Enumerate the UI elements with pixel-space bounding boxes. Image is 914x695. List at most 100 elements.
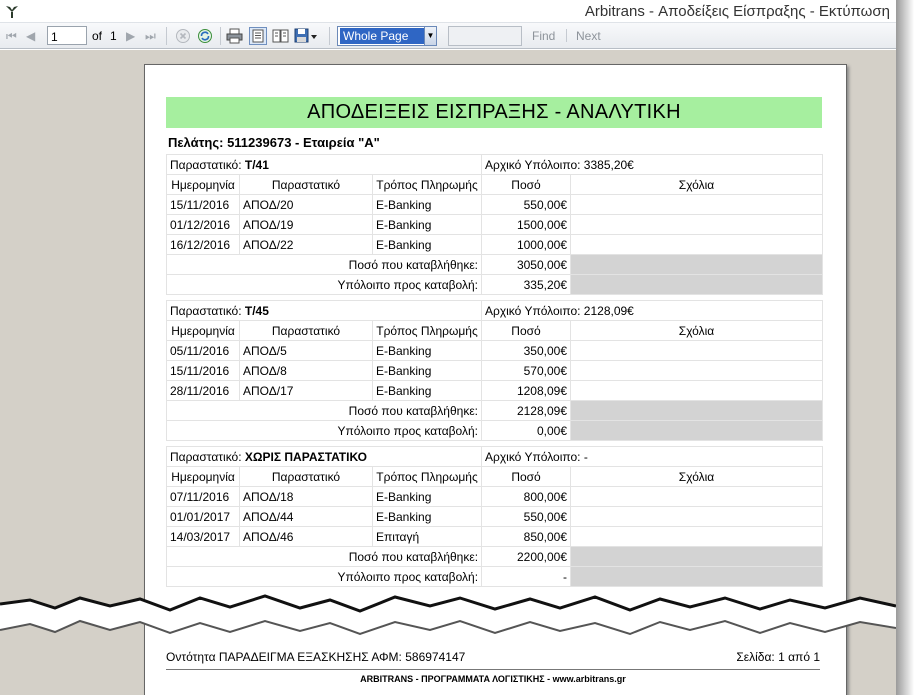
invoice-header-row: Παραστατικό: Τ/41 Αρχικό Υπόλοιπο: 3385,… [165, 154, 824, 175]
zoom-select[interactable]: Whole Page ▼ [337, 26, 437, 46]
invoice-label: Παραστατικό: [170, 157, 245, 172]
column-header-row: Ημερομηνία Παραστατικό Τρόπος Πληρωμής Ποσό… [166, 174, 824, 195]
paid-label: Ποσό που καταβλήθηκε: [165, 400, 483, 421]
amount-cell: 570,00€ [481, 360, 572, 381]
torn-edge-divider [0, 594, 896, 636]
window-title: Arbitrans - Αποδείξεις Είσπραξης - Εκτύπ… [584, 3, 890, 20]
document-cell: ΑΠΟΔ/19 [239, 214, 373, 235]
payment-method-cell: E-Banking [371, 214, 483, 235]
first-page-icon[interactable]: ⏮ [6, 29, 17, 43]
initial-balance: - [583, 449, 588, 464]
column-header: Παραστατικό [239, 466, 373, 487]
invoice-cell: Παραστατικό: ΧΩΡΙΣ ΠΑΡΑΣΤΑΤΙΚΟ [165, 446, 483, 467]
find-button[interactable]: Find [532, 29, 555, 43]
toolbar-divider [566, 29, 567, 42]
last-page-icon[interactable]: ⏭ [145, 29, 156, 43]
invoice-group-table: Παραστατικό: ΧΩΡΙΣ ΠΑΡΑΣΤΑΤΙΚΟ Αρχικό Υπ… [165, 446, 824, 587]
payment-method-cell: E-Banking [371, 360, 483, 381]
page-number-input[interactable] [47, 26, 87, 45]
toolbar-divider [220, 27, 221, 45]
balance-cell: Αρχικό Υπόλοιπο: - [481, 446, 824, 467]
paid-total-row: Ποσό που καταβλήθηκε: 2200,00€ [165, 546, 824, 567]
column-header: Τρόπος Πληρωμής [371, 466, 483, 487]
refresh-icon[interactable] [197, 28, 213, 44]
toolbar-divider [329, 27, 330, 45]
column-header: Ημερομηνία [166, 174, 240, 195]
payment-method-cell: E-Banking [371, 506, 483, 527]
document-cell: ΑΠΟΔ/46 [239, 526, 373, 547]
balance-label: Αρχικό Υπόλοιπο: [485, 303, 584, 318]
paid-label: Ποσό που καταβλήθηκε: [165, 254, 483, 275]
date-cell: 05/11/2016 [166, 340, 240, 361]
shaded-cell [570, 546, 824, 567]
page-setup-icon[interactable] [272, 28, 289, 44]
customer-line: Πελάτης: 511239673 - Εταιρεία "Α" [168, 135, 380, 150]
print-layout-icon[interactable] [249, 27, 267, 45]
invoice-label: Παραστατικό: [170, 303, 245, 318]
table-row: 01/12/2016 ΑΠΟΔ/19 E-Banking 1500,00€ [166, 214, 824, 235]
column-header: Ημερομηνία [166, 320, 240, 341]
balance-label: Αρχικό Υπόλοιπο: [485, 157, 584, 172]
amount-cell: 1208,09€ [481, 380, 572, 401]
comments-cell [570, 194, 824, 215]
date-cell: 15/11/2016 [166, 360, 240, 381]
title-bar: Arbitrans - Αποδείξεις Είσπραξης - Εκτύπ… [0, 0, 896, 23]
amount-cell: 550,00€ [481, 506, 572, 527]
print-icon[interactable] [226, 28, 243, 44]
document-cell: ΑΠΟΔ/17 [239, 380, 373, 401]
window-frame [896, 0, 914, 695]
date-cell: 15/11/2016 [166, 194, 240, 215]
table-row: 07/11/2016 ΑΠΟΔ/18 E-Banking 800,00€ [166, 486, 824, 507]
amount-cell: 550,00€ [481, 194, 572, 215]
shaded-cell [570, 566, 824, 587]
remaining-label: Υπόλοιπο προς καταβολή: [165, 566, 483, 587]
paid-amount: 3050,00€ [481, 254, 572, 275]
page-info: Σελίδα: 1 από 1 [736, 650, 820, 664]
remaining-row: Υπόλοιπο προς καταβολή: 335,20€ [165, 274, 824, 295]
amount-cell: 350,00€ [481, 340, 572, 361]
comments-cell [570, 380, 824, 401]
balance-cell: Αρχικό Υπόλοιπο: 3385,20€ [481, 154, 824, 175]
date-cell: 14/03/2017 [166, 526, 240, 547]
shaded-cell [570, 254, 824, 275]
find-input[interactable] [448, 26, 522, 46]
date-cell: 07/11/2016 [166, 486, 240, 507]
column-header: Ποσό [481, 174, 572, 195]
comments-cell [570, 214, 824, 235]
paid-amount: 2200,00€ [481, 546, 572, 567]
previous-page-icon[interactable]: ◀ [26, 29, 35, 43]
date-cell: 01/01/2017 [166, 506, 240, 527]
invoice-cell: Παραστατικό: Τ/45 [165, 300, 483, 321]
app-logo-icon [6, 6, 18, 18]
export-icon[interactable] [294, 28, 318, 44]
remaining-amount: 0,00€ [481, 420, 572, 441]
payment-method-cell: E-Banking [371, 340, 483, 361]
invoice-header-row: Παραστατικό: ΧΩΡΙΣ ΠΑΡΑΣΤΑΤΙΚΟ Αρχικό Υπ… [165, 446, 824, 467]
chevron-down-icon[interactable]: ▼ [424, 27, 436, 45]
payment-method-cell: E-Banking [371, 486, 483, 507]
document-cell: ΑΠΟΔ/20 [239, 194, 373, 215]
stop-icon[interactable] [175, 28, 191, 44]
invoice-group-table: Παραστατικό: Τ/45 Αρχικό Υπόλοιπο: 2128,… [165, 300, 824, 441]
amount-cell: 1500,00€ [481, 214, 572, 235]
remaining-row: Υπόλοιπο προς καταβολή: 0,00€ [165, 420, 824, 441]
find-next-button[interactable]: Next [576, 29, 601, 43]
payment-method-cell: Επιταγή [371, 526, 483, 547]
paid-total-row: Ποσό που καταβλήθηκε: 2128,09€ [165, 400, 824, 421]
comments-cell [570, 486, 824, 507]
column-header: Τρόπος Πληρωμής [371, 174, 483, 195]
comments-cell [570, 360, 824, 381]
entity-info: Οντότητα ΠΑΡΑΔΕΙΓΜΑ ΕΞΑΣΚΗΣΗΣ ΑΦΜ: 58697… [166, 650, 466, 664]
next-page-icon[interactable]: ▶ [126, 29, 135, 43]
table-row: 15/11/2016 ΑΠΟΔ/20 E-Banking 550,00€ [166, 194, 824, 215]
column-header: Σχόλια [570, 466, 824, 487]
shaded-cell [570, 400, 824, 421]
column-header-row: Ημερομηνία Παραστατικό Τρόπος Πληρωμής Ποσό… [166, 320, 824, 341]
invoice-group-table: Παραστατικό: Τ/41 Αρχικό Υπόλοιπο: 3385,… [165, 154, 824, 295]
comments-cell [570, 340, 824, 361]
credits-line: ARBITRANS - ΠΡΟΓΡΑΜΜΑΤΑ ΛΟΓΙΣΤΙΚΗΣ - www… [360, 674, 626, 684]
report-viewer[interactable]: ΑΠΟΔΕΙΞΕΙΣ ΕΙΣΠΡΑΞΗΣ - ΑΝΑΛΥΤΙΚΗ Πελάτης… [0, 50, 896, 695]
date-cell: 16/12/2016 [166, 234, 240, 255]
payment-method-cell: E-Banking [371, 234, 483, 255]
document-cell: ΑΠΟΔ/8 [239, 360, 373, 381]
